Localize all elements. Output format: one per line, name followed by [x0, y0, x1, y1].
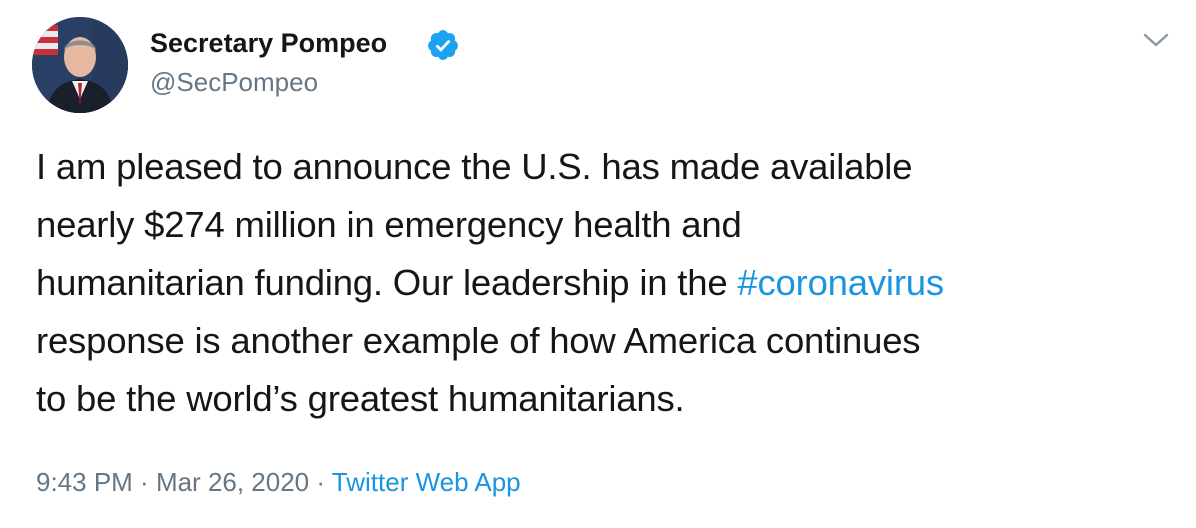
tweet-date[interactable]: Mar 26, 2020: [156, 467, 309, 497]
author-handle[interactable]: @SecPompeo: [150, 66, 318, 98]
verified-badge-icon: [428, 30, 458, 60]
tweet-text: I am pleased to announce the U.S. has ma…: [36, 138, 1186, 428]
tweet-menu-button[interactable]: [1138, 26, 1174, 54]
profile-photo: [32, 17, 128, 113]
tweet-meta: 9:43 PM · Mar 26, 2020 · Twitter Web App: [36, 464, 521, 500]
meta-separator: ·: [309, 467, 332, 497]
tweet-source-link[interactable]: Twitter Web App: [332, 467, 521, 497]
hashtag-link[interactable]: #coronavirus: [737, 262, 944, 303]
chevron-down-icon: [1143, 33, 1169, 47]
tweet-time[interactable]: 9:43 PM: [36, 467, 133, 497]
tweet-text-line: I am pleased to announce the U.S. has ma…: [36, 146, 913, 187]
avatar[interactable]: [32, 17, 128, 113]
tweet-text-line: humanitarian funding. Our leadership in …: [36, 254, 1186, 312]
tweet-text-line: to be the world’s greatest humanitarians…: [36, 378, 685, 419]
tweet-text-line: nearly $274 million in emergency health …: [36, 204, 742, 245]
previous-tweet-edge: ▀▀▀▀▀▀▀▀▀▀▀▀▀▀▀▀▀▀: [120, 0, 640, 4]
tweet-text-segment: humanitarian funding. Our leadership in …: [36, 262, 738, 303]
author-name[interactable]: Secretary Pompeo: [150, 26, 387, 60]
meta-separator: ·: [132, 467, 156, 497]
tweet-text-line: response is another example of how Ameri…: [36, 320, 921, 361]
